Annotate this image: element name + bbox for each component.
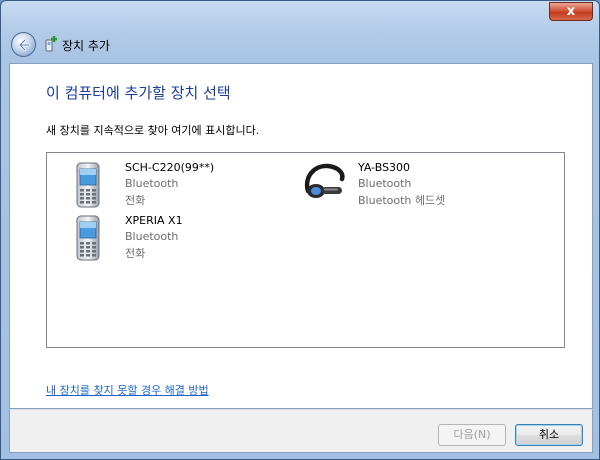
device-type: Bluetooth (125, 177, 179, 190)
device-list[interactable]: SCH-C220(99**) Bluetooth 전화 XPERIA X1 Bl… (46, 152, 565, 348)
device-name: YA-BS300 (358, 161, 411, 174)
device-type: Bluetooth (358, 177, 412, 190)
close-icon: x (566, 4, 576, 19)
troubleshoot-link[interactable]: 내 장치를 찾지 못할 경우 해결 방법 (46, 382, 209, 398)
close-button[interactable]: x (549, 2, 593, 21)
device-item-sch-c220[interactable]: SCH-C220(99**) Bluetooth 전화 (69, 161, 309, 211)
device-item-ya-bs300[interactable]: YA-BS300 Bluetooth Bluetooth 헤드셋 (302, 161, 542, 211)
page-heading: 이 컴퓨터에 추가할 장치 선택 (46, 84, 231, 102)
page-description: 새 장치를 지속적으로 찾아 여기에 표시합니다. (46, 124, 260, 137)
device-name: XPERIA X1 (125, 214, 183, 227)
phone-icon (76, 162, 100, 208)
device-name: SCH-C220(99**) (125, 161, 215, 174)
next-button[interactable]: 다음(N) (438, 424, 506, 446)
button-bar: 다음(N) 취소 (9, 409, 593, 453)
cancel-button[interactable]: 취소 (515, 424, 583, 446)
device-type: Bluetooth (125, 230, 179, 243)
phone-icon (76, 215, 100, 261)
device-category: 전화 (125, 194, 146, 207)
device-category: Bluetooth 헤드셋 (358, 194, 446, 207)
device-item-xperia-x1[interactable]: XPERIA X1 Bluetooth 전화 (69, 214, 309, 264)
back-button[interactable] (11, 32, 36, 57)
wizard-header: 장치 추가 (9, 31, 593, 61)
content-panel: 이 컴퓨터에 추가할 장치 선택 새 장치를 지속적으로 찾아 여기에 표시합니… (9, 63, 593, 409)
headset-icon (304, 163, 345, 198)
add-device-window: x 장치 추가 이 컴퓨터에 추가할 장치 선택 새 장치를 지속적으로 찾아 … (0, 0, 600, 460)
back-arrow-icon (18, 38, 31, 52)
device-category: 전화 (125, 247, 146, 260)
window-title: 장치 추가 (62, 39, 110, 53)
add-device-icon (45, 36, 57, 52)
